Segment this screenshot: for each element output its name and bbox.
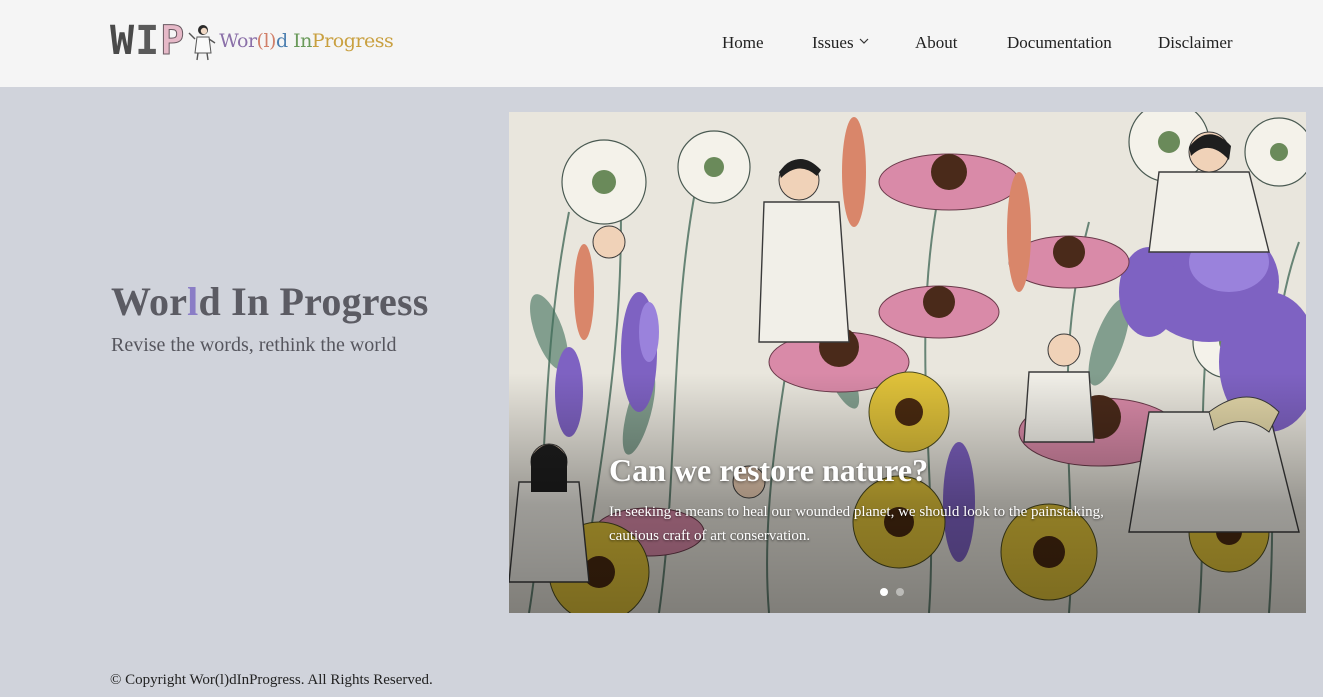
featured-carousel[interactable]: Can we restore nature? In seeking a mean… bbox=[509, 112, 1306, 613]
nav-home[interactable]: Home bbox=[722, 31, 764, 55]
hero-title-part: Wor bbox=[111, 279, 188, 324]
hero-title: World In Progress bbox=[111, 278, 429, 325]
carousel-indicators bbox=[509, 588, 1306, 598]
nav-issues-label: Issues bbox=[812, 33, 854, 52]
slide-description: In seeking a means to heal our wounded p… bbox=[609, 504, 1104, 544]
footer-copyright: © Copyright Wor(l)dInProgress. All Right… bbox=[110, 672, 433, 688]
caption-overlay bbox=[509, 373, 1306, 613]
hero-subtitle: Revise the words, rethink the world bbox=[111, 334, 397, 356]
main-nav: Home Issues About Documentation Disclaim… bbox=[0, 31, 1323, 55]
nav-disclaimer[interactable]: Disclaimer bbox=[1158, 31, 1233, 55]
hero-title-accent: l bbox=[187, 279, 199, 324]
slide-title[interactable]: Can we restore nature? bbox=[609, 452, 928, 489]
carousel-dot-2[interactable] bbox=[896, 588, 904, 596]
nav-issues[interactable]: Issues bbox=[812, 31, 870, 55]
nav-about[interactable]: About bbox=[915, 31, 958, 55]
hero-title-part: d In Progress bbox=[198, 279, 429, 324]
nav-documentation[interactable]: Documentation bbox=[1007, 31, 1112, 55]
chevron-down-icon bbox=[859, 38, 868, 44]
carousel-dot-1[interactable] bbox=[880, 588, 888, 596]
site-header: WIP Wor(l)d InProgress Home Issues About… bbox=[0, 0, 1323, 87]
